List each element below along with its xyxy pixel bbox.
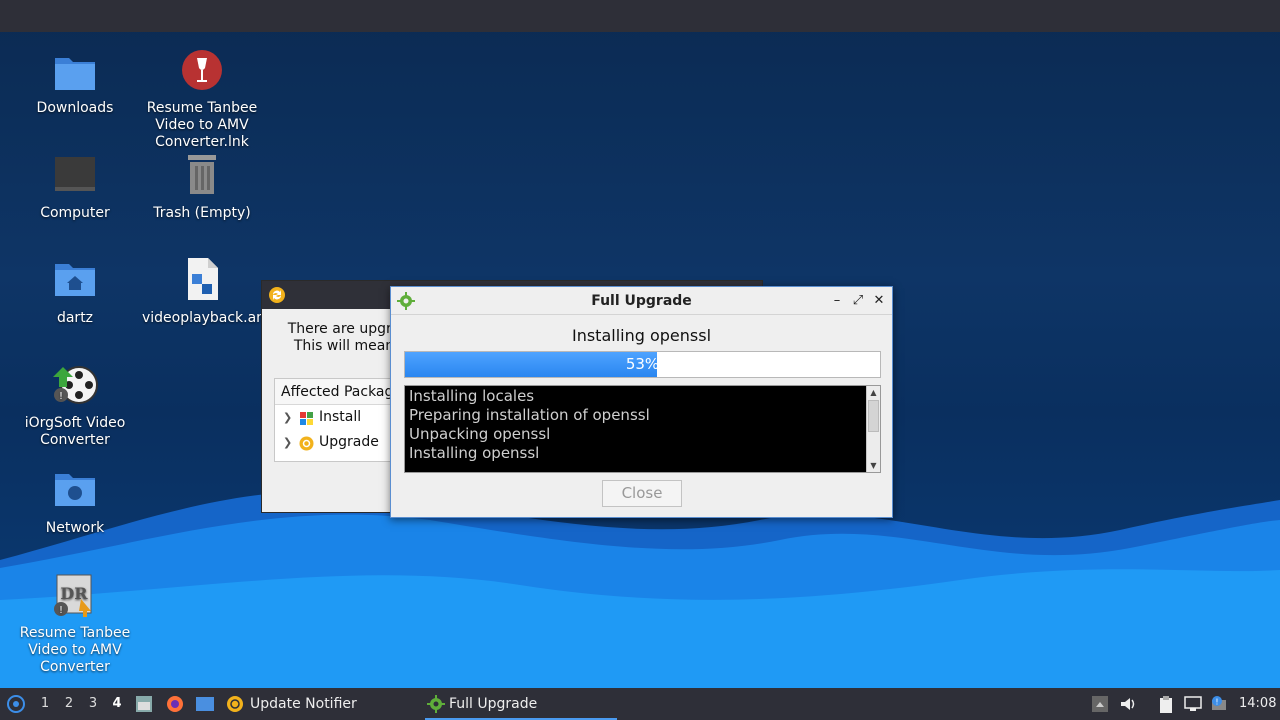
- workspace-4[interactable]: 4: [108, 688, 126, 720]
- upgrade-icon: [299, 435, 314, 451]
- update-notifier-icon: [227, 696, 243, 712]
- progress-bar: 53%: [404, 351, 881, 378]
- file-icon: [178, 258, 226, 306]
- task-full-upgrade[interactable]: Full Upgrade: [425, 688, 617, 720]
- chevron-right-icon[interactable]: ❯: [283, 430, 292, 455]
- gear-icon: [427, 695, 445, 713]
- desktop-icon-network[interactable]: Network: [15, 468, 135, 537]
- folder-download-icon: [51, 48, 99, 96]
- file-manager-launcher[interactable]: [135, 688, 153, 720]
- desktop-icon-resume-tanbee[interactable]: DR! Resume Tanbee Video to AMV Converter: [15, 573, 135, 676]
- clock[interactable]: 14:08: [1239, 688, 1276, 720]
- wine-glass-icon: [178, 48, 226, 96]
- maximize-button[interactable]: ⤢: [850, 293, 866, 309]
- log-scrollbar[interactable]: ▲ ▼: [866, 386, 880, 472]
- install-icon: [299, 410, 314, 425]
- home-folder-icon: [51, 258, 99, 306]
- clipboard-icon[interactable]: [1158, 696, 1174, 713]
- svg-text:!: !: [59, 391, 63, 402]
- full-upgrade-titlebar[interactable]: Full Upgrade – ⤢ ✕: [391, 287, 892, 315]
- update-alert-icon[interactable]: !: [1210, 696, 1226, 712]
- log-output[interactable]: Installing locales Preparing installation…: [404, 385, 881, 473]
- desktop-icon-resume-tanbee-lnk[interactable]: Resume Tanbee Video to AMV Converter.lnk: [142, 48, 262, 151]
- firefox-icon: [167, 696, 183, 712]
- full-upgrade-dialog: Full Upgrade – ⤢ ✕ Installing openssl 53…: [390, 286, 893, 518]
- show-desktop-launcher[interactable]: [195, 688, 215, 720]
- desktop-icon-computer[interactable]: Computer: [15, 153, 135, 222]
- affected-packages-header[interactable]: Affected Packag: [275, 379, 403, 405]
- lubuntu-logo-icon: [7, 695, 25, 713]
- volume-icon[interactable]: [1120, 696, 1136, 712]
- file-manager-icon: [136, 696, 152, 712]
- task-update-notifier[interactable]: Update Notifier: [226, 688, 416, 720]
- workspace-3[interactable]: 3: [84, 688, 102, 720]
- desktop-icon-videoplayback[interactable]: videoplayback.amv: [142, 258, 278, 327]
- desktop-icon-trash[interactable]: Trash (Empty): [142, 153, 262, 222]
- firefox-launcher[interactable]: [165, 688, 185, 720]
- minimize-button[interactable]: –: [829, 293, 845, 309]
- close-button[interactable]: Close: [602, 480, 682, 507]
- chevron-right-icon[interactable]: ❯: [283, 405, 292, 430]
- taskbar: 1 2 3 4 Update Notifier Full Upgrade ! 1…: [0, 688, 1280, 720]
- scroll-thumb[interactable]: [868, 400, 879, 432]
- affected-packages-tree: Affected Packag ❯ Install ❯ Upgrade: [274, 378, 404, 462]
- trash-icon: [178, 153, 226, 201]
- log-lines: Installing locales Preparing installation…: [409, 387, 864, 463]
- svg-text:!: !: [1215, 698, 1218, 707]
- workspace-1[interactable]: 1: [36, 688, 54, 720]
- status-label: Installing openssl: [571, 326, 712, 345]
- svg-text:DR: DR: [60, 584, 88, 603]
- network-folder-icon: [51, 468, 99, 516]
- desktop-icon: [196, 697, 214, 711]
- workspace-2[interactable]: 2: [60, 688, 78, 720]
- desktop-icon-dartz[interactable]: dartz: [15, 258, 135, 327]
- desktop-icon-downloads[interactable]: Downloads: [15, 48, 135, 117]
- svg-text:!: !: [59, 605, 63, 616]
- tray-arrow-icon[interactable]: [1092, 696, 1108, 712]
- log-line: Preparing installation of openssl: [409, 406, 650, 424]
- log-line: Unpacking openssl: [409, 425, 551, 443]
- scroll-up-icon[interactable]: ▲: [867, 386, 880, 399]
- update-notifier-icon: [268, 286, 286, 308]
- film-reel-icon: !: [51, 363, 99, 411]
- network-status-icon[interactable]: [1184, 696, 1202, 712]
- notifier-message: There are upgra This will mean: [287, 321, 401, 354]
- dvd-converter-icon: DR!: [51, 573, 99, 621]
- tree-item-upgrade[interactable]: ❯ Upgrade: [275, 430, 403, 455]
- log-line: Installing locales: [409, 387, 535, 405]
- scroll-down-icon[interactable]: ▼: [867, 459, 880, 472]
- log-line: Installing openssl: [409, 444, 540, 462]
- close-window-button[interactable]: ✕: [871, 293, 887, 309]
- start-menu-button[interactable]: [6, 688, 26, 720]
- monitor-icon: [51, 153, 99, 201]
- tree-item-install[interactable]: ❯ Install: [275, 405, 403, 430]
- progress-label: 53%: [625, 355, 660, 373]
- desktop-icon-iorgsoft[interactable]: ! iOrgSoft Video Converter: [15, 363, 135, 449]
- dialog-title: Full Upgrade: [591, 293, 692, 309]
